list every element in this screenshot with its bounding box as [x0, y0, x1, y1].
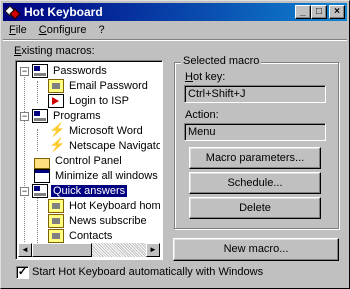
window-icon: [34, 169, 50, 183]
tree-item-label: Programs: [53, 110, 101, 122]
tree-item-label: News subscribe: [69, 215, 147, 227]
keyboard-icon: [32, 184, 48, 198]
collapse-icon[interactable]: −: [20, 66, 29, 76]
mail-icon: [48, 199, 64, 213]
app-keyboard-icon[interactable]: [4, 4, 21, 20]
folder-icon: [34, 157, 50, 169]
window-title: Hot Keyboard: [24, 5, 103, 19]
scroll-track[interactable]: [32, 243, 146, 257]
tree-item-label: Contacts: [69, 230, 113, 242]
autostart-label[interactable]: Start Hot Keyboard automatically with Wi…: [32, 266, 263, 278]
action-field[interactable]: Menu: [184, 123, 326, 141]
tree-item[interactable]: Email Password: [48, 78, 150, 94]
tree-item[interactable]: Hot Keyboard homepa: [48, 198, 160, 214]
menu-file[interactable]: File: [3, 22, 33, 39]
tree-item-label: Microsoft Word: [69, 125, 143, 137]
title-bar[interactable]: Hot Keyboard _ □ ×: [3, 3, 347, 21]
tree-item-label: Control Panel: [55, 155, 122, 167]
maximize-button[interactable]: □: [311, 5, 327, 19]
tree-item-label: Login to ISP: [69, 95, 129, 107]
keyboard-icon: [32, 64, 48, 78]
schedule-button[interactable]: Schedule...: [189, 172, 321, 194]
delete-button[interactable]: Delete: [189, 197, 321, 219]
scroll-right-button[interactable]: ►: [146, 243, 160, 257]
lightning-icon: [48, 122, 65, 138]
macro-tree[interactable]: − Passwords Email Password Login to ISP − Pro…: [15, 60, 163, 260]
tree-item-label: Hot Keyboard homepa: [69, 200, 160, 212]
macro-tree-items: − Passwords Email Password Login to ISP − Pro…: [18, 63, 160, 243]
menu-divider: [3, 39, 347, 41]
tree-item[interactable]: − Quick answers: [20, 183, 129, 199]
tree-item[interactable]: News subscribe: [48, 213, 149, 229]
lightning-icon: [48, 137, 65, 153]
keyboard-icon: [32, 109, 48, 123]
existing-macros-label: Existing macros:: [14, 45, 95, 57]
autostart-checkbox[interactable]: ✓: [16, 266, 29, 279]
hotkey-field[interactable]: Ctrl+Shift+J: [184, 85, 326, 103]
macro-parameters-button[interactable]: Macro parameters...: [189, 147, 321, 169]
tree-item[interactable]: Contacts: [48, 228, 114, 243]
tree-item-label: Quick answers: [49, 184, 129, 198]
collapse-icon[interactable]: −: [20, 186, 29, 196]
menu-bar: File Configure ?: [3, 22, 111, 39]
tree-item-label: Netscape Navigator: [69, 140, 160, 152]
mail-icon: [48, 214, 64, 228]
horizontal-scrollbar[interactable]: ◄ ►: [18, 243, 160, 257]
tree-item[interactable]: Control Panel: [34, 153, 124, 169]
menu-configure[interactable]: Configure: [33, 22, 93, 39]
new-macro-button[interactable]: New macro...: [173, 238, 339, 261]
action-label: Action:: [185, 109, 219, 121]
mail-icon: [48, 79, 64, 93]
tree-item[interactable]: − Passwords: [20, 63, 109, 79]
main-window: Hot Keyboard _ □ × File Configure ? Exis…: [0, 0, 350, 289]
tree-item-label: Email Password: [69, 80, 148, 92]
tree-item[interactable]: Minimize all windows: [34, 168, 160, 184]
collapse-icon[interactable]: −: [20, 111, 29, 121]
menu-help[interactable]: ?: [92, 22, 110, 39]
run-icon: [48, 94, 64, 108]
tree-item[interactable]: Login to ISP: [48, 93, 131, 109]
scroll-thumb[interactable]: [32, 243, 92, 257]
scroll-left-button[interactable]: ◄: [18, 243, 32, 257]
minimize-button[interactable]: _: [295, 5, 311, 19]
close-button[interactable]: ×: [329, 5, 345, 19]
tree-item-label: Passwords: [53, 65, 107, 77]
mail-icon: [48, 229, 64, 243]
tree-item-label: Minimize all windows: [55, 170, 158, 182]
hotkey-label: Hot key:: [185, 71, 226, 83]
selected-macro-title: Selected macro: [181, 55, 262, 67]
tree-item[interactable]: Netscape Navigator: [48, 137, 160, 154]
